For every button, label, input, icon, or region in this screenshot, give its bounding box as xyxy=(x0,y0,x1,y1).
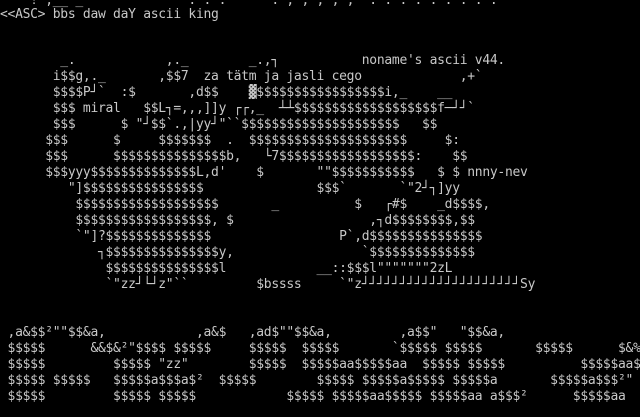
ascii-art-line-15: `"zz┘└┘z"`` $bssss `"z┘┘┘┘┘┘┘┘┘┘┘┘┘┘┘┘┘┘… xyxy=(0,277,536,292)
ascii-art-line-8: $$$yyy$$$$$$$$$$$$$$L,d' $ ""$$$$$$$$$$$… xyxy=(0,165,528,180)
ascii-art-line-16: ,a&$$²""$$&a, ,a&$ ,ad$""$$&a, ,a$$" "$$… xyxy=(0,325,506,340)
ascii-art-line-2: i$$g,._ ,$$7 za tätm ja jasli cego ,+` xyxy=(0,69,483,84)
header-title: <<ASC> bbs daw daY ascii king xyxy=(0,7,219,22)
ascii-art-line-17: $$$$$ &&$&²"$$$$ $$$$$ $$$$$ $$$$$ `$$$$… xyxy=(0,341,640,356)
ascii-art-line-3: $$$$P┘` :$ ,d$$ ▓$$$$$$$$$$$$$$$$$i,_ __ xyxy=(0,85,453,100)
ascii-art-line-4: $$$ miral $$L┐=,,,]]y ┌┌,_ ┴┴$$$$$$$$$$$… xyxy=(0,101,475,116)
ascii-art-line-19: $$$$$ $$$$$ $$$$$a$$$a$² $$$$$ $$$$$ $$$… xyxy=(0,373,634,388)
ascii-art-line-20: $$$$$ $$$$$ $$$$$ $$$$$ $$$$$aa$$$$$ $$$… xyxy=(0,389,626,404)
terminal-screen: ` ! ,__ _ . . . . , , , , , . . . . . . … xyxy=(0,0,640,417)
ascii-art-line-9: "]$$$$$$$$$$$$$$$$ $$$` `"2┘┐]yy xyxy=(0,181,460,196)
ascii-art-line-5: $$$ $ "┘$$`.,|yy┘"``$$$$$$$$$$$$$$$$$$$$… xyxy=(0,117,438,132)
ascii-art-line-18: $$$$$ $$$$$ "zz" $$$$$ $$$$$aa$$$$$aa $$… xyxy=(0,357,640,372)
ascii-art-line-11: $$$$$$$$$$$$$$$$$$, $ ,┐d$$$$$$$$,$$ xyxy=(0,213,475,228)
ascii-art-line-6: $$$ $ $$$$$$$ . $$$$$$$$$$$$$$$$$$$$$ $: xyxy=(0,133,460,148)
ascii-art-line-1: _. ,._ _.,┐ noname's ascii v44. xyxy=(0,53,505,68)
ascii-art-line-7: $$$ $$$$$$$$$$$$$$$b, └7$$$$$$$$$$$$$$$$… xyxy=(0,149,468,164)
ascii-art-line-10: $$$$$$$$$$$$$$$$$$$ _ $ ┌#$ _d$$$$, xyxy=(0,197,490,212)
ascii-art-line-13: ┐$$$$$$$$$$$$$$$y, `$$$$$$$$$$$$$$ xyxy=(0,245,475,260)
ascii-art-line-12: `"]?$$$$$$$$$$$$$$ P`,d$$$$$$$$$$$$$$$ xyxy=(0,229,483,244)
ascii-art-line-14: $$$$$$$$$$$$$$$l __::$$$l"""""""2zL xyxy=(0,261,453,276)
